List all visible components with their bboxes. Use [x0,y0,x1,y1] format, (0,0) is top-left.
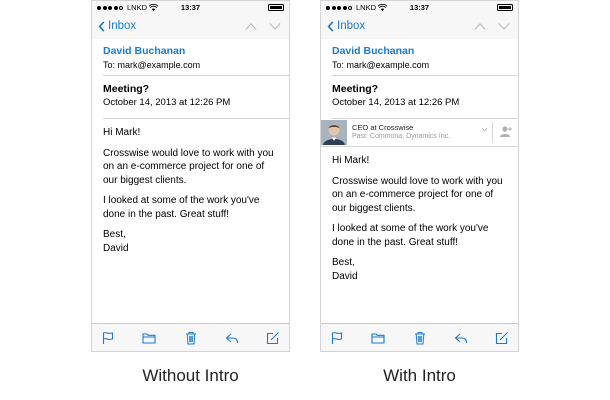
divider [492,122,493,143]
status-bar: LNKD 13:37 [92,1,289,15]
reply-icon [225,333,238,343]
intro-title: CEO at Crosswise [352,123,414,132]
move-button[interactable] [142,331,156,345]
back-label: Inbox [108,20,137,32]
bottom-toolbar [321,323,518,351]
chevron-down-icon[interactable] [498,22,510,31]
recipient: To: mark@example.com [332,60,430,70]
phone-without-intro: LNKD 13:37 Inbox David Buchanan To: mark… [91,0,290,352]
flag-button[interactable] [101,331,115,345]
reply-icon [454,333,467,343]
battery-icon [268,4,284,11]
flag-icon [331,331,343,344]
email-subject: Meeting? [332,83,379,95]
email-header: David Buchanan To: mark@example.com [332,39,518,76]
subject-block: Meeting? October 14, 2013 at 12:26 PM [332,76,518,119]
email-body: Hi Mark! Crosswise would love to work wi… [103,119,281,255]
caption-with-intro: With Intro [383,366,456,385]
compose-button[interactable] [495,331,509,345]
folder-icon [371,332,385,344]
folder-icon [142,332,156,344]
battery-icon [497,4,513,11]
flag-button[interactable] [330,331,344,345]
email-date: October 14, 2013 at 12:26 PM [332,97,460,108]
intro-profile-bar[interactable]: CEO at Crosswise Past: Commona, Dynamics… [321,119,518,147]
battery-level [270,6,282,9]
battery-group [495,4,513,11]
compose-button[interactable] [266,331,280,345]
chevron-left-icon [98,20,105,32]
intro-past-positions: Past: Commona, Dynamics Inc. [352,133,451,140]
compose-icon [495,331,508,344]
email-signoff: Best, [332,257,355,268]
sender-name[interactable]: David Buchanan [103,45,289,58]
email-paragraph-2: I looked at some of the work you've done… [103,195,260,220]
chevron-up-icon[interactable] [245,22,257,31]
email-paragraph-1: Crosswise would love to work with you on… [103,147,274,186]
caption-without-intro: Without Intro [142,366,239,385]
email-subject: Meeting? [103,83,150,95]
bottom-toolbar [92,323,289,351]
nav-bar: Inbox [92,15,289,40]
battery-level [499,6,511,9]
sender-name[interactable]: David Buchanan [332,45,518,58]
trash-button[interactable] [413,331,427,345]
subject-block: Meeting? October 14, 2013 at 12:26 PM [103,76,289,119]
chevron-down-icon[interactable] [481,127,488,132]
recipient: To: mark@example.com [103,60,201,70]
email-content: David Buchanan To: mark@example.com Meet… [321,39,518,323]
avatar [321,120,347,145]
email-signoff: Best, [103,229,126,240]
status-time: 13:37 [409,3,430,12]
trash-icon [414,331,425,344]
compose-icon [266,331,279,344]
chevron-down-icon[interactable] [269,22,281,31]
move-button[interactable] [371,331,385,345]
email-signature: David [332,270,358,282]
reply-button[interactable] [225,331,239,345]
status-bar: LNKD 13:37 [321,1,518,15]
chevron-left-icon [327,20,334,32]
message-arrows [245,22,281,31]
battery-group [266,4,284,11]
trash-button[interactable] [184,331,198,345]
chevron-up-icon[interactable] [474,22,486,31]
back-button[interactable]: Inbox [98,20,136,32]
email-signature: David [103,242,129,254]
status-time: 13:37 [180,3,201,12]
email-paragraph-2: I looked at some of the work you've done… [332,223,489,248]
flag-icon [102,331,114,344]
email-content: David Buchanan To: mark@example.com Meet… [92,39,289,323]
reply-button[interactable] [454,331,468,345]
email-body: Hi Mark! Crosswise would love to work wi… [332,147,510,283]
email-greeting: Hi Mark! [332,155,370,166]
message-arrows [474,22,510,31]
trash-icon [185,331,196,344]
phone-with-intro: LNKD 13:37 Inbox David Buchanan To: mark… [320,0,519,352]
email-greeting: Hi Mark! [103,127,141,138]
nav-bar: Inbox [321,15,518,40]
email-header: David Buchanan To: mark@example.com [103,39,289,76]
add-connection-icon[interactable] [499,125,513,138]
email-date: October 14, 2013 at 12:26 PM [103,97,231,108]
back-label: Inbox [337,20,366,32]
back-button[interactable]: Inbox [327,20,365,32]
email-paragraph-1: Crosswise would love to work with you on… [332,175,503,214]
